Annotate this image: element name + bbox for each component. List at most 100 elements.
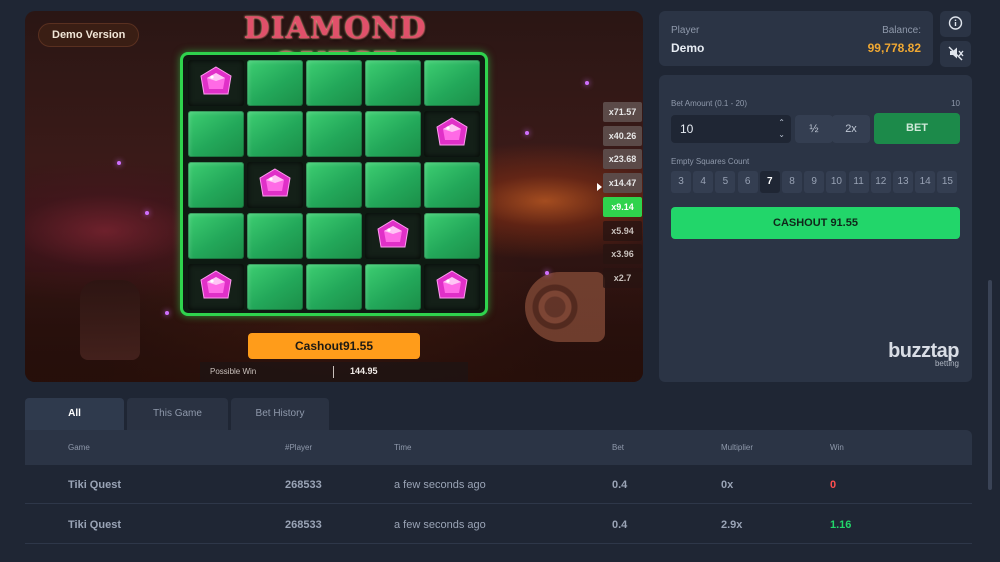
player-card: Player Balance: Demo 99,778.82 <box>659 11 933 66</box>
revealed-gem-cell <box>188 60 244 106</box>
square-count-option[interactable]: 13 <box>893 171 913 193</box>
diamond-gem-icon <box>200 66 232 95</box>
revealed-gem-cell <box>424 111 480 157</box>
hidden-tile[interactable] <box>306 60 362 106</box>
sparkle <box>165 311 169 315</box>
inkwell-decoration <box>80 280 140 360</box>
game-stage: Demo Version DIAMOND QUEST x71.57x40.26x… <box>25 11 643 382</box>
chevron-up-icon[interactable]: ⌃ <box>778 117 785 129</box>
square-count-option[interactable]: 4 <box>693 171 714 193</box>
cashout-button[interactable]: CASHOUT 91.55 <box>671 207 960 239</box>
column-header: Win <box>830 443 844 452</box>
half-bet-button[interactable]: ½ <box>795 115 833 143</box>
player-label: Player <box>671 25 700 36</box>
hidden-tile[interactable] <box>247 60 303 106</box>
bet-controls-card: Bet Amount (0.1 - 20) 10 10 ⌃ ⌄ ½ 2x BET… <box>659 75 972 382</box>
revealed-gem-cell <box>424 264 480 310</box>
column-header: Bet <box>612 443 625 452</box>
cell-player: 268533 <box>285 519 322 531</box>
hidden-tile[interactable] <box>365 111 421 157</box>
history-tab[interactable]: All <box>25 398 124 430</box>
square-count-option[interactable]: 15 <box>937 171 958 193</box>
square-count-option[interactable]: 5 <box>715 171 736 193</box>
history-table: Game #Player Time Bet Multiplier Win Tiki Que… <box>25 430 972 545</box>
cell-bet: 0.4 <box>612 519 628 531</box>
hidden-tile[interactable] <box>247 264 303 310</box>
square-count-option[interactable]: 10 <box>826 171 847 193</box>
info-icon <box>948 16 963 30</box>
hidden-tile[interactable] <box>365 264 421 310</box>
diamond-gem-icon <box>436 270 468 299</box>
square-count-option[interactable]: 7 <box>759 171 780 193</box>
square-count-option[interactable]: 9 <box>804 171 825 193</box>
possible-win-value: 144.95 <box>350 366 378 376</box>
table-header: Game #Player Time Bet Multiplier Win <box>25 430 972 465</box>
hidden-tile[interactable] <box>188 213 244 259</box>
diamond-gem-icon <box>436 117 468 146</box>
multiplier-step: x14.47 <box>603 173 642 194</box>
cell-win: 0 <box>830 479 837 491</box>
multiplier-step: x71.57 <box>603 102 642 122</box>
cell-time: a few seconds ago <box>394 519 486 531</box>
multiplier-step: x40.26 <box>603 125 642 146</box>
cell-time: a few seconds ago <box>394 479 486 491</box>
bet-button[interactable]: BET <box>874 113 960 144</box>
diamond-gem-icon <box>200 270 232 299</box>
sound-muted-icon <box>948 46 964 61</box>
bet-max-label: 10 <box>951 99 960 108</box>
column-header: #Player <box>285 443 313 452</box>
table-row: Tiki Quest 268533 a few seconds ago 0.4 0x 0 <box>25 466 972 504</box>
chevron-down-icon[interactable]: ⌄ <box>778 129 785 141</box>
sparkle <box>545 271 549 275</box>
divider <box>333 366 334 378</box>
hidden-tile[interactable] <box>306 111 362 157</box>
hidden-tile[interactable] <box>424 213 480 259</box>
scroll-decoration <box>525 272 605 342</box>
cell-win: 1.16 <box>830 519 852 531</box>
hidden-tile[interactable] <box>306 264 362 310</box>
hidden-tile[interactable] <box>306 162 362 208</box>
game-board <box>180 52 488 316</box>
square-count-option[interactable]: 11 <box>848 171 869 193</box>
multiplier-step: x9.14 <box>603 196 642 217</box>
hidden-tile[interactable] <box>365 60 421 106</box>
hidden-tile[interactable] <box>247 213 303 259</box>
bet-amount-input[interactable]: 10 ⌃ ⌄ <box>671 115 791 143</box>
hidden-tile[interactable] <box>424 162 480 208</box>
hidden-tile[interactable] <box>424 60 480 106</box>
cell-game: Tiki Quest <box>68 519 121 531</box>
square-count-option[interactable]: 6 <box>737 171 758 193</box>
square-count-option[interactable]: 12 <box>870 171 891 193</box>
sparkle <box>117 161 121 165</box>
double-bet-button[interactable]: 2x <box>832 115 870 143</box>
cashout-game-button[interactable]: Cashout91.55 <box>248 333 420 359</box>
square-count-option[interactable]: 3 <box>671 171 691 193</box>
hidden-tile[interactable] <box>188 111 244 157</box>
column-header: Multiplier <box>721 443 754 452</box>
player-name: Demo <box>671 41 705 55</box>
square-count-option[interactable]: 14 <box>915 171 936 193</box>
bet-amount-label: Bet Amount (0.1 - 20) <box>671 99 748 108</box>
demo-version-badge: Demo Version <box>38 23 140 47</box>
square-count-option[interactable]: 8 <box>782 171 802 193</box>
column-header: Game <box>68 443 90 452</box>
multiplier-step: x2.7 <box>603 267 642 288</box>
page-scrollbar[interactable] <box>988 280 992 490</box>
history-tab[interactable]: This Game <box>127 398 228 430</box>
brand-logo: buzztap betting <box>888 340 959 368</box>
hidden-tile[interactable] <box>306 213 362 259</box>
hidden-tile[interactable] <box>247 111 303 157</box>
revealed-gem-cell <box>247 162 303 208</box>
diamond-gem-icon <box>259 168 291 197</box>
info-button[interactable] <box>940 11 971 37</box>
hidden-tile[interactable] <box>188 162 244 208</box>
multiplier-step: x23.68 <box>603 149 642 170</box>
sound-toggle-button[interactable] <box>940 41 971 67</box>
history-tab[interactable]: Bet History <box>231 398 329 430</box>
hidden-tile[interactable] <box>365 162 421 208</box>
diamond-gem-icon <box>377 219 409 248</box>
empty-squares-label: Empty Squares Count <box>671 157 750 166</box>
possible-win-label: Possible Win <box>210 367 257 376</box>
cell-player: 268533 <box>285 479 322 491</box>
bet-stepper[interactable]: ⌃ ⌄ <box>778 117 785 141</box>
